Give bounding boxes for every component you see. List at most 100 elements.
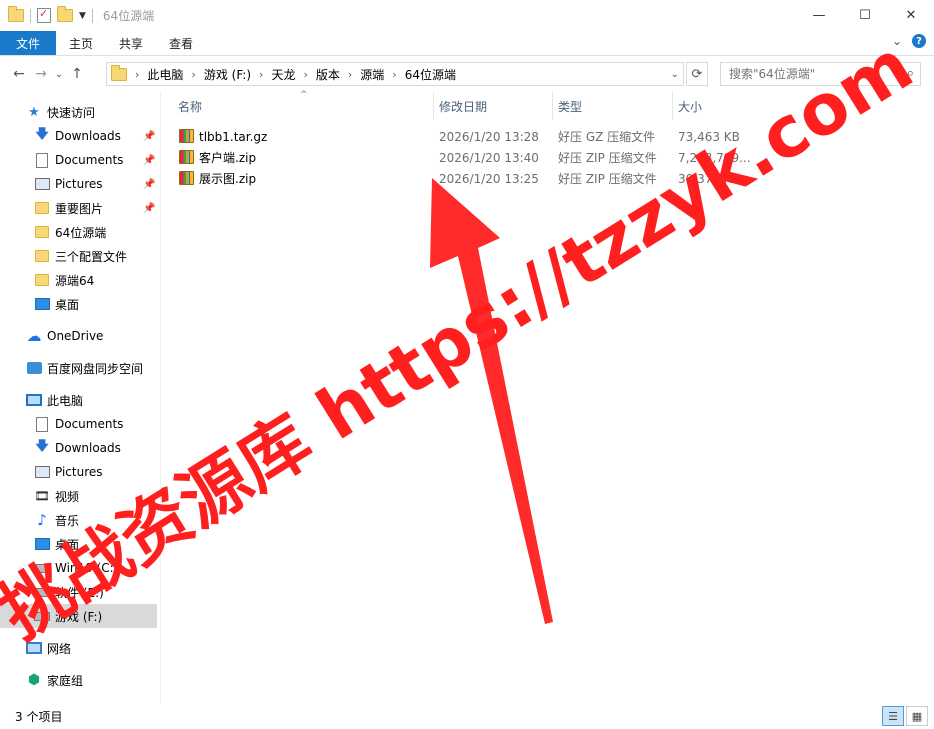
column-divider[interactable]	[552, 92, 553, 120]
sidebar-item-label: 桌面	[55, 537, 80, 552]
pin-icon[interactable]: 📌	[143, 203, 155, 214]
chevron-right-icon[interactable]: ›	[301, 68, 309, 81]
sidebar-item-pc-music[interactable]: ♪ 音乐	[34, 508, 79, 532]
chevron-right-icon[interactable]: ›	[133, 68, 141, 81]
sidebar-item-drive-c[interactable]: Win10 (C:)	[34, 556, 118, 580]
sidebar-item-label: 音乐	[55, 513, 80, 528]
tab-view[interactable]: 查看	[156, 31, 206, 55]
breadcrumb-item[interactable]: 游戏 (F:)	[198, 66, 257, 83]
pin-icon[interactable]: 📌	[143, 155, 155, 166]
sidebar-item-label: Pictures	[55, 465, 103, 479]
sidebar-item-documents[interactable]: Documents 📌	[34, 148, 160, 172]
star-icon: ★	[28, 104, 40, 120]
search-icon[interactable]: ⌕	[907, 66, 914, 81]
large-icons-view-icon[interactable]: ▦	[906, 706, 928, 726]
breadcrumb-item[interactable]: 天龙	[265, 66, 301, 83]
chevron-right-icon[interactable]: ›	[390, 68, 398, 81]
network-icon	[26, 640, 42, 656]
breadcrumb-item[interactable]: 64位源端	[399, 66, 462, 83]
pin-icon[interactable]: 📌	[143, 131, 155, 142]
folder-icon	[111, 64, 127, 81]
breadcrumb: › 此电脑 › 游戏 (F:) › 天龙 › 版本 › 源端 › 64位源端	[133, 66, 462, 83]
file-size: 30,374 KB	[678, 171, 740, 186]
forward-arrow-icon[interactable]: →	[30, 66, 52, 82]
chevron-down-icon[interactable]: ⌄	[892, 34, 902, 48]
column-divider[interactable]	[433, 92, 434, 120]
sidebar-item-pc-documents[interactable]: Documents	[34, 412, 123, 436]
close-button[interactable]: ✕	[888, 0, 934, 31]
file-type: 好压 ZIP 压缩文件	[558, 172, 657, 186]
sidebar-item-label: Pictures	[55, 177, 103, 191]
sidebar-item-pictures[interactable]: Pictures 📌	[34, 172, 160, 196]
new-folder-icon[interactable]	[57, 6, 73, 22]
column-header-size[interactable]: 大小	[678, 92, 758, 120]
column-header-name[interactable]: 名称	[178, 92, 433, 120]
sidebar-item-label: 软件 (E:)	[55, 585, 104, 600]
chevron-right-icon[interactable]: ›	[189, 68, 197, 81]
tab-share[interactable]: 共享	[106, 31, 156, 55]
archive-file-icon	[179, 150, 194, 164]
table-row[interactable]: 客户端.zip 2026/1/20 13:40 好压 ZIP 压缩文件 7,20…	[170, 147, 930, 168]
sidebar-item-drive-f[interactable]: 游戏 (F:)	[0, 604, 157, 628]
drive-icon	[34, 608, 50, 624]
up-arrow-icon[interactable]: ↑	[66, 66, 88, 82]
divider	[160, 92, 161, 704]
file-date: 2026/1/20 13:28	[439, 129, 539, 144]
sidebar-item-quick-access[interactable]: ★ 快速访问	[26, 100, 95, 124]
column-header-date[interactable]: 修改日期	[439, 92, 551, 120]
back-arrow-icon[interactable]: ←	[8, 66, 30, 82]
sidebar-item-drive-e[interactable]: 软件 (E:)	[34, 580, 104, 604]
sidebar-item-label: 桌面	[55, 297, 80, 312]
sidebar-item-important-pictures[interactable]: 重要图片 📌	[34, 196, 160, 220]
maximize-button[interactable]: ☐	[842, 0, 888, 31]
sidebar-item-desktop[interactable]: 桌面	[34, 292, 79, 316]
search-input[interactable]	[729, 67, 899, 81]
tab-file[interactable]: 文件	[0, 31, 56, 55]
properties-icon[interactable]	[37, 7, 51, 23]
search-box[interactable]: ⌕	[720, 62, 921, 86]
sidebar-item-pc-downloads[interactable]: 🡇 Downloads	[34, 436, 121, 460]
sidebar-item-pc-videos[interactable]: 🎞 视频	[34, 484, 79, 508]
details-view-icon[interactable]: ☰	[882, 706, 904, 726]
view-switcher: ☰ ▦	[882, 706, 928, 726]
sidebar-item-downloads[interactable]: 🡇 Downloads 📌	[34, 124, 160, 148]
address-bar[interactable]: › 此电脑 › 游戏 (F:) › 天龙 › 版本 › 源端 › 64位源端 ⌄	[106, 62, 684, 86]
desktop-icon	[34, 536, 50, 552]
sidebar-item-this-pc[interactable]: 此电脑	[26, 388, 83, 412]
column-header-type[interactable]: 类型	[558, 92, 671, 120]
title-bar: ▼ 64位源端 — ☐ ✕	[0, 0, 934, 31]
ribbon-right: ⌄ ?	[892, 34, 926, 48]
sidebar-item-config-files[interactable]: 三个配置文件	[34, 244, 127, 268]
sidebar-item-onedrive[interactable]: ☁ OneDrive	[26, 324, 104, 348]
sidebar-item-baidu[interactable]: 百度网盘同步空间	[26, 356, 143, 380]
breadcrumb-item[interactable]: 此电脑	[141, 66, 189, 83]
chevron-right-icon[interactable]: ›	[257, 68, 265, 81]
file-name: 展示图.zip	[199, 172, 257, 186]
tab-home[interactable]: 主页	[56, 31, 106, 55]
recent-locations-icon[interactable]: ⌄	[52, 69, 66, 80]
sidebar-item-pc-pictures[interactable]: Pictures	[34, 460, 103, 484]
sidebar-item-network[interactable]: 网络	[26, 636, 71, 660]
table-row[interactable]: tlbb1.tar.gz 2026/1/20 13:28 好压 GZ 压缩文件 …	[170, 126, 930, 147]
chevron-right-icon[interactable]: ›	[346, 68, 354, 81]
column-header-label: 修改日期	[439, 99, 488, 114]
sidebar-item-server64[interactable]: 源端64	[34, 268, 94, 292]
sidebar-item-homegroup[interactable]: ⬢ 家庭组	[26, 668, 83, 692]
sidebar-item-label: 百度网盘同步空间	[47, 361, 144, 376]
pin-icon[interactable]: 📌	[143, 179, 155, 190]
refresh-button[interactable]: ⟳	[686, 62, 708, 86]
column-divider[interactable]	[672, 92, 673, 120]
table-row[interactable]: 展示图.zip 2026/1/20 13:25 好压 ZIP 压缩文件 30,3…	[170, 168, 930, 189]
file-date: 2026/1/20 13:40	[439, 150, 539, 165]
minimize-button[interactable]: —	[796, 0, 842, 31]
breadcrumb-item[interactable]: 版本	[310, 66, 346, 83]
sidebar-item-64bit-server[interactable]: 64位源端	[34, 220, 106, 244]
customize-toolbar-icon[interactable]: ▼	[79, 11, 86, 21]
address-dropdown-icon[interactable]: ⌄	[671, 69, 679, 80]
folder-icon[interactable]	[8, 6, 24, 22]
baidu-netdisk-icon	[26, 360, 42, 376]
sidebar-item-pc-desktop[interactable]: 桌面	[34, 532, 79, 556]
column-header-label: 名称	[178, 99, 203, 114]
help-icon[interactable]: ?	[912, 34, 926, 48]
breadcrumb-item[interactable]: 源端	[354, 66, 390, 83]
